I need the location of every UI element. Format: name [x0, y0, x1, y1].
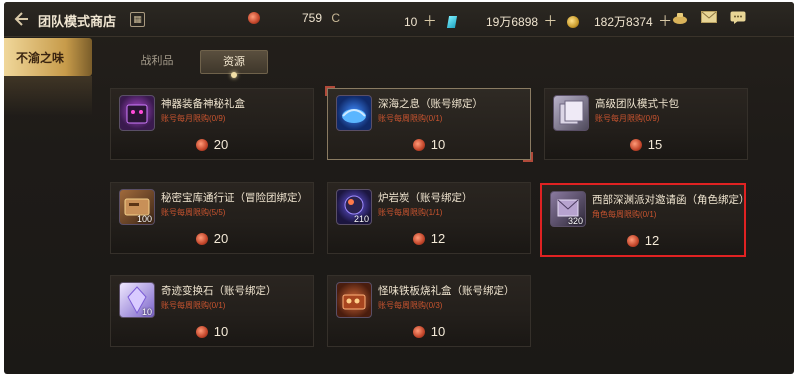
- shop-item-card[interactable]: 10 奇迹变换石（账号绑定） 账号每周限购(0/1) 10: [110, 275, 314, 347]
- red-coin-icon: [195, 233, 208, 245]
- item-limit: 账号每周限购(5/5): [161, 208, 226, 217]
- red-coin-icon: [629, 139, 642, 151]
- item-price: 10: [328, 324, 530, 339]
- inventory-icon[interactable]: ▦: [130, 12, 145, 27]
- currency-4: 182万8374 ＋: [594, 11, 672, 31]
- item-name: 炉岩炭（账号绑定）: [378, 192, 473, 204]
- currency-2-add-icon[interactable]: ＋: [423, 13, 437, 29]
- mail-icon[interactable]: [701, 11, 717, 25]
- price-value: 20: [213, 137, 229, 152]
- item-limit: 账号每周限购(0/3): [378, 301, 443, 310]
- side-tab-label: 不渝之味: [16, 51, 65, 65]
- shop-screen: 团队模式商店 ▦ 759 C 10 ＋ 19万6898 ＋ 182万8374 ＋: [4, 2, 794, 374]
- item-name: 深海之息（账号绑定）: [378, 98, 483, 110]
- currency-1-value: 759: [302, 11, 323, 25]
- red-coin-icon: [626, 235, 639, 247]
- price-value: 10: [213, 324, 229, 339]
- item-name: 秘密宝库通行证（冒险团绑定）: [161, 192, 308, 204]
- shop-item-card[interactable]: 神器装备神秘礼盒 账号每月限购(0/9) 20: [110, 88, 314, 160]
- item-limit: 账号每周限购(0/1): [378, 114, 443, 123]
- back-arrow-icon[interactable]: [12, 10, 30, 28]
- item-price: 12: [328, 231, 530, 246]
- active-tab-indicator: [231, 72, 237, 78]
- price-value: 20: [213, 231, 229, 246]
- currency-1: [248, 11, 260, 25]
- item-count: 320: [567, 216, 583, 226]
- chat-icon[interactable]: [730, 11, 746, 25]
- item-limit: 角色每周限购(0/1): [592, 210, 657, 219]
- item-count: 100: [136, 214, 152, 224]
- crystal-icon: 10: [119, 282, 155, 318]
- corner-decoration: [325, 86, 335, 96]
- price-value: 10: [430, 324, 446, 339]
- invitation-icon: 320: [550, 191, 586, 227]
- gold-coin-icon: [566, 16, 579, 28]
- item-price: 10: [328, 137, 530, 152]
- deep-sea-icon: [336, 95, 372, 131]
- red-coin-icon: [195, 326, 208, 338]
- red-coin-icon: [195, 139, 208, 151]
- gem-icon: [446, 16, 458, 28]
- side-tab-active[interactable]: 不渝之味: [4, 38, 92, 76]
- shop-item-card[interactable]: 怪味铁板烧礼盒（账号绑定） 账号每周限购(0/3) 10: [327, 275, 531, 347]
- tab-loot[interactable]: 战利品: [124, 50, 190, 72]
- item-name: 西部深渊派对邀请函（角色绑定）: [592, 194, 750, 206]
- pass-icon: 100: [119, 189, 155, 225]
- teppanyaki-box-icon: [336, 282, 372, 318]
- tab-resources[interactable]: 资源: [200, 50, 268, 74]
- item-price: 20: [111, 137, 313, 152]
- item-price: 15: [545, 137, 747, 152]
- card-pack-icon: [553, 95, 589, 131]
- item-count: 210: [353, 214, 369, 224]
- item-name: 怪味铁板烧礼盒（账号绑定）: [378, 285, 515, 297]
- price-value: 12: [430, 231, 446, 246]
- red-coin-icon: [412, 326, 425, 338]
- item-count: 10: [141, 307, 152, 317]
- item-limit: 账号每周限购(0/1): [161, 301, 226, 310]
- item-limit: 账号每月限购(0/9): [595, 114, 660, 123]
- currency-1-mark: C: [331, 11, 341, 25]
- item-name: 奇迹变换石（账号绑定）: [161, 285, 277, 297]
- currency-3-value: 19万6898: [486, 15, 539, 29]
- item-price: 12: [542, 233, 744, 248]
- red-coin-icon: [248, 12, 260, 24]
- currency-2-value: 10: [404, 15, 418, 29]
- shop-item-card-selected[interactable]: 320 西部深渊派对邀请函（角色绑定） 角色每周限购(0/1) 12: [540, 183, 750, 257]
- item-limit: 账号每月限购(0/9): [161, 114, 226, 123]
- item-name: 神器装备神秘礼盒: [161, 98, 245, 110]
- side-tab-glow: [4, 76, 92, 116]
- item-price: 20: [111, 231, 313, 246]
- top-bar: 团队模式商店 ▦ 759 C 10 ＋ 19万6898 ＋ 182万8374 ＋: [4, 2, 794, 37]
- item-price: 10: [111, 324, 313, 339]
- currency-4-value: 182万8374: [594, 15, 653, 29]
- shop-item-card[interactable]: 210 炉岩炭（账号绑定） 账号每周限购(1/1) 12: [327, 182, 531, 254]
- item-limit: 账号每周限购(1/1): [378, 208, 443, 217]
- price-value: 12: [644, 233, 660, 248]
- corner-decoration: [523, 152, 533, 162]
- currency-3: 19万6898 ＋: [486, 11, 579, 31]
- currency-3-add-icon[interactable]: ＋: [543, 13, 557, 29]
- red-coin-icon: [412, 233, 425, 245]
- shop-item-card[interactable]: 高级团队模式卡包 账号每月限购(0/9) 15: [544, 88, 748, 160]
- shop-item-card[interactable]: 100 秘密宝库通行证（冒险团绑定） 账号每周限购(5/5) 20: [110, 182, 314, 254]
- gift-icon[interactable]: [672, 11, 688, 25]
- price-value: 10: [430, 137, 446, 152]
- currency-4-add-icon[interactable]: ＋: [658, 13, 672, 29]
- price-value: 15: [647, 137, 663, 152]
- red-coin-icon: [412, 139, 425, 151]
- page-title: 团队模式商店: [38, 14, 117, 29]
- item-name: 高级团队模式卡包: [595, 98, 679, 110]
- currency-2: 10 ＋: [404, 11, 458, 31]
- coal-icon: 210: [336, 189, 372, 225]
- shop-item-card[interactable]: 深海之息（账号绑定） 账号每周限购(0/1) 10: [325, 86, 533, 162]
- mystery-box-icon: [119, 95, 155, 131]
